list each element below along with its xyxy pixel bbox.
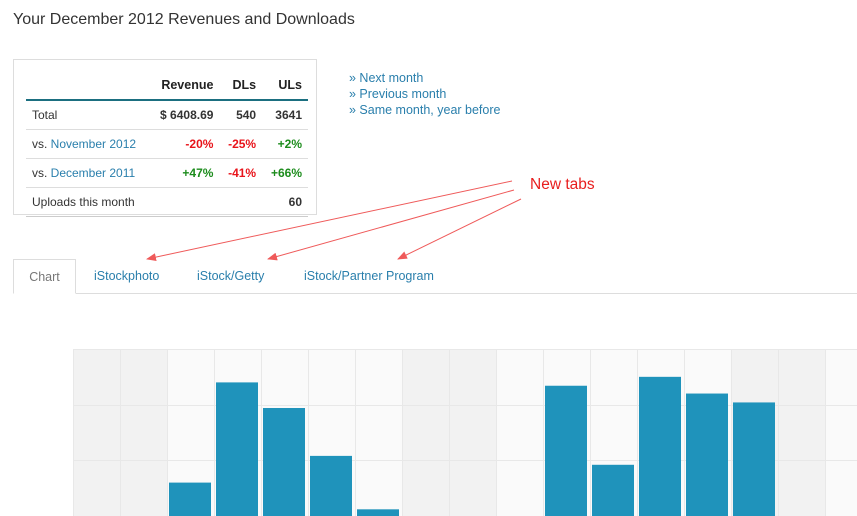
chart-bar: [169, 482, 211, 516]
revenue-bar-chart: [73, 349, 857, 516]
chart-bar: [263, 408, 305, 516]
weekend-band: [120, 349, 167, 516]
chart-bar: [592, 464, 634, 516]
weekend-band: [402, 349, 449, 516]
chart-bar: [639, 376, 681, 516]
weekend-band: [449, 349, 496, 516]
chart-bar: [357, 509, 399, 516]
chart-bar: [733, 402, 775, 516]
weekend-band: [73, 349, 120, 516]
chart-bar: [310, 455, 352, 516]
chart-bar: [216, 382, 258, 516]
weekend-band: [778, 349, 825, 516]
chart-bar: [686, 393, 728, 516]
chart-bar: [545, 385, 587, 516]
